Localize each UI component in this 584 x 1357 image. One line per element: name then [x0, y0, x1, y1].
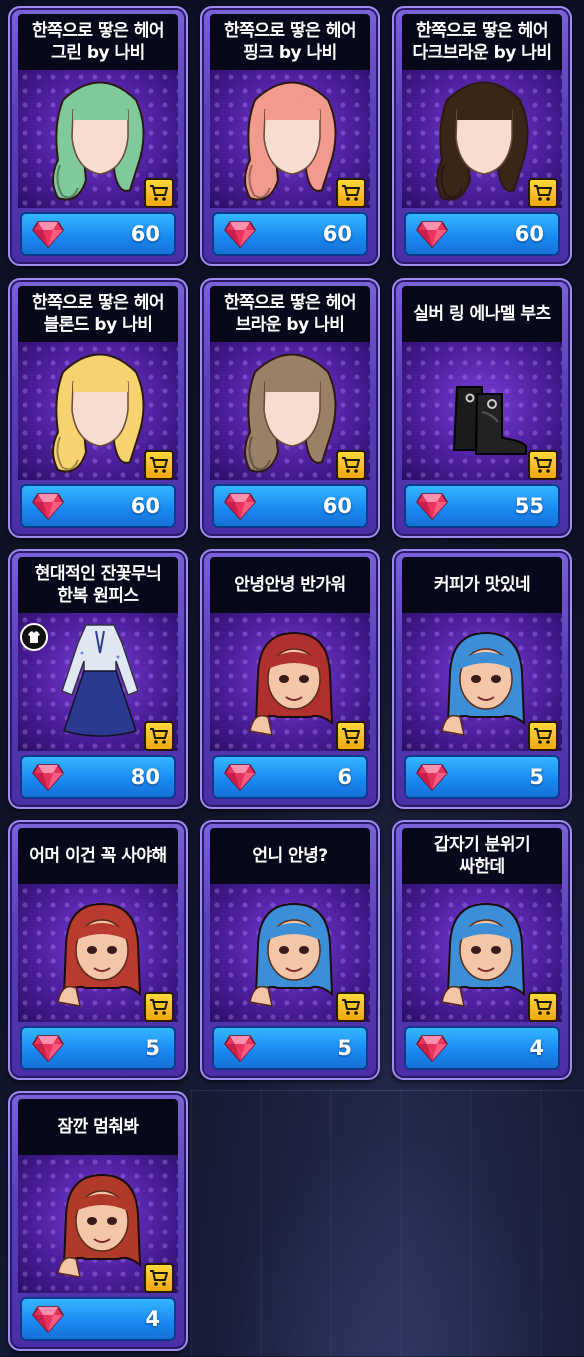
cart-icon[interactable]	[144, 1263, 174, 1293]
cart-icon[interactable]	[528, 721, 558, 751]
cart-icon[interactable]	[336, 992, 366, 1022]
shop-item-card[interactable]: 한쪽으로 땋은 헤어 블론드 by 나비 60	[8, 278, 188, 538]
cart-icon[interactable]	[336, 450, 366, 480]
item-title: 어머 이건 꼭 사야해	[18, 828, 178, 884]
item-price: 60	[130, 494, 160, 518]
item-title: 안녕안녕 반가워	[210, 557, 370, 613]
cart-icon[interactable]	[528, 992, 558, 1022]
gem-icon	[224, 492, 256, 521]
item-price: 5	[145, 1036, 160, 1060]
gem-icon	[416, 492, 448, 521]
item-title: 한쪽으로 땋은 헤어 그린 by 나비	[18, 14, 178, 70]
shop-item-card[interactable]: 잠깐 멈춰봐 4	[8, 1091, 188, 1351]
shop-item-card[interactable]: 한쪽으로 땋은 헤어 그린 by 나비 60	[8, 6, 188, 266]
item-price: 60	[322, 494, 352, 518]
item-title: 커피가 맛있네	[402, 557, 562, 613]
buy-button[interactable]: 55	[404, 484, 560, 528]
item-title: 한쪽으로 땋은 헤어 블론드 by 나비	[18, 286, 178, 342]
cart-icon[interactable]	[528, 178, 558, 208]
gem-icon	[224, 763, 256, 792]
buy-button[interactable]: 60	[212, 484, 368, 528]
shop-item-card[interactable]: 한쪽으로 땋은 헤어 다크브라운 by 나비 60	[392, 6, 572, 266]
shop-item-card[interactable]: 갑자기 분위기 싸한데 4	[392, 820, 572, 1080]
item-price: 5	[529, 765, 544, 789]
shop-item-card[interactable]: 커피가 맛있네 5	[392, 549, 572, 809]
item-price: 5	[337, 1036, 352, 1060]
shop-item-card[interactable]: 어머 이건 꼭 사야해 5	[8, 820, 188, 1080]
item-price: 60	[514, 222, 544, 246]
item-price: 55	[514, 494, 544, 518]
item-price: 60	[322, 222, 352, 246]
background-decoration	[190, 1090, 584, 1357]
shop-item-card[interactable]: 언니 안녕? 5	[200, 820, 380, 1080]
cart-icon[interactable]	[144, 178, 174, 208]
item-title: 잠깐 멈춰봐	[18, 1099, 178, 1155]
gem-icon	[32, 1305, 64, 1334]
gem-icon	[32, 492, 64, 521]
gem-icon	[32, 763, 64, 792]
cart-icon[interactable]	[336, 178, 366, 208]
item-price: 80	[130, 765, 160, 789]
cart-icon[interactable]	[144, 992, 174, 1022]
gem-icon	[416, 763, 448, 792]
item-price: 60	[130, 222, 160, 246]
shop-item-card[interactable]: 한쪽으로 땋은 헤어 핑크 by 나비 60	[200, 6, 380, 266]
shop-item-card[interactable]: 실버 링 에나멜 부츠 55	[392, 278, 572, 538]
buy-button[interactable]: 60	[20, 212, 176, 256]
item-title: 실버 링 에나멜 부츠	[402, 286, 562, 342]
buy-button[interactable]: 5	[404, 755, 560, 799]
buy-button[interactable]: 5	[212, 1026, 368, 1070]
cart-icon[interactable]	[528, 450, 558, 480]
buy-button[interactable]: 60	[212, 212, 368, 256]
item-title: 갑자기 분위기 싸한데	[402, 828, 562, 884]
item-title: 한쪽으로 땋은 헤어 다크브라운 by 나비	[402, 14, 562, 70]
gem-icon	[32, 1034, 64, 1063]
gem-icon	[224, 220, 256, 249]
cart-icon[interactable]	[336, 721, 366, 751]
shop-item-card[interactable]: 안녕안녕 반가워 6	[200, 549, 380, 809]
outfit-badge-icon	[20, 623, 48, 651]
buy-button[interactable]: 6	[212, 755, 368, 799]
item-price: 6	[337, 765, 352, 789]
item-title: 언니 안녕?	[210, 828, 370, 884]
shop-item-card[interactable]: 한쪽으로 땋은 헤어 브라운 by 나비 60	[200, 278, 380, 538]
buy-button[interactable]: 4	[20, 1297, 176, 1341]
gem-icon	[416, 220, 448, 249]
item-title: 현대적인 잔꽃무늬 한복 원피스	[18, 557, 178, 613]
item-price: 4	[145, 1307, 160, 1331]
gem-icon	[224, 1034, 256, 1063]
buy-button[interactable]: 60	[20, 484, 176, 528]
gem-icon	[32, 220, 64, 249]
item-price: 4	[529, 1036, 544, 1060]
cart-icon[interactable]	[144, 721, 174, 751]
shop-item-card[interactable]: 현대적인 잔꽃무늬 한복 원피스 80	[8, 549, 188, 809]
cart-icon[interactable]	[144, 450, 174, 480]
gem-icon	[416, 1034, 448, 1063]
buy-button[interactable]: 5	[20, 1026, 176, 1070]
buy-button[interactable]: 80	[20, 755, 176, 799]
buy-button[interactable]: 4	[404, 1026, 560, 1070]
buy-button[interactable]: 60	[404, 212, 560, 256]
item-title: 한쪽으로 땋은 헤어 핑크 by 나비	[210, 14, 370, 70]
item-title: 한쪽으로 땋은 헤어 브라운 by 나비	[210, 286, 370, 342]
